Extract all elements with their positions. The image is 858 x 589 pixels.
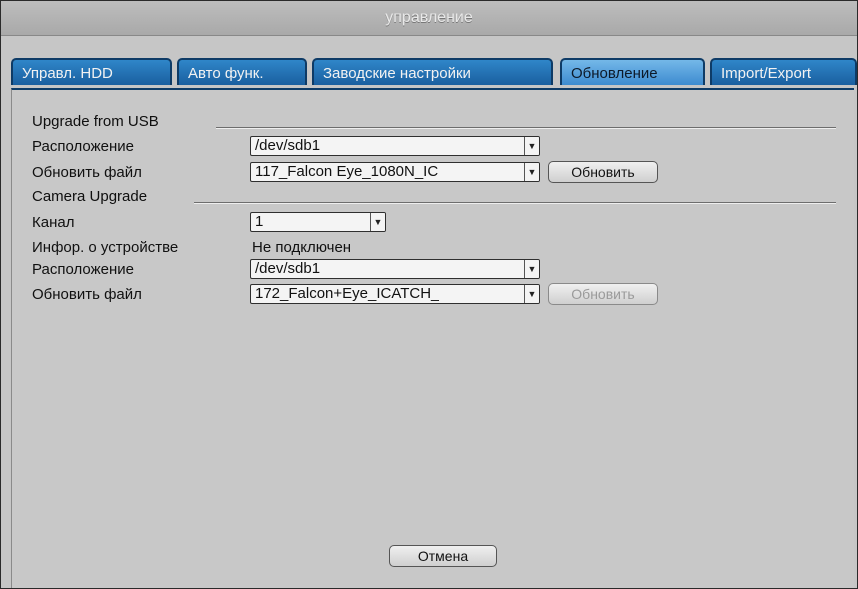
channel-value: 1 <box>255 213 264 230</box>
usb-file-label: Обновить файл <box>32 164 142 181</box>
camera-file-label: Обновить файл <box>32 286 142 303</box>
channel-select[interactable]: 1 ▼ <box>250 212 386 232</box>
usb-section-divider <box>216 127 836 129</box>
camera-update-button[interactable]: Обновить <box>548 283 658 305</box>
tab-upgrade[interactable]: Обновление <box>560 58 705 85</box>
camera-location-value: /dev/sdb1 <box>255 260 321 277</box>
channel-label: Канал <box>32 214 75 231</box>
chevron-down-icon: ▼ <box>524 285 539 303</box>
chevron-down-icon: ▼ <box>370 213 385 231</box>
camera-location-label: Расположение <box>32 261 134 278</box>
usb-update-button[interactable]: Обновить <box>548 161 658 183</box>
tab-hdd-management[interactable]: Управл. HDD <box>11 58 172 85</box>
chevron-down-icon: ▼ <box>524 163 539 181</box>
cancel-button[interactable]: Отмена <box>389 545 497 567</box>
camera-location-select[interactable]: /dev/sdb1 ▼ <box>250 259 540 279</box>
usb-location-select[interactable]: /dev/sdb1 ▼ <box>250 136 540 156</box>
camera-file-select[interactable]: 172_Falcon+Eye_ICATCH_ ▼ <box>250 284 540 304</box>
camera-section-divider <box>194 202 836 204</box>
device-info-label: Инфор. о устройстве <box>32 239 179 256</box>
usb-location-value: /dev/sdb1 <box>255 137 321 154</box>
tab-factory-settings[interactable]: Заводские настройки <box>312 58 553 85</box>
upgrade-dialog: управление Управл. HDD Авто функ. Заводс… <box>0 0 858 589</box>
tab-strip: Управл. HDD Авто функ. Заводские настрой… <box>1 36 857 88</box>
camera-section-title: Camera Upgrade <box>32 188 148 205</box>
tab-import-export[interactable]: Import/Export <box>710 58 857 85</box>
camera-file-value: 172_Falcon+Eye_ICATCH_ <box>255 285 440 302</box>
upgrade-panel: Upgrade from USB Расположение /dev/sdb1 … <box>11 88 854 588</box>
usb-file-select[interactable]: 117_Falcon Eye_1080N_IC ▼ <box>250 162 540 182</box>
chevron-down-icon: ▼ <box>524 260 539 278</box>
tab-auto-functions[interactable]: Авто функ. <box>177 58 307 85</box>
chevron-down-icon: ▼ <box>524 137 539 155</box>
usb-section-title: Upgrade from USB <box>32 113 159 130</box>
usb-location-label: Расположение <box>32 138 134 155</box>
device-info-value: Не подключен <box>252 239 352 256</box>
usb-file-value: 117_Falcon Eye_1080N_IC <box>255 163 439 180</box>
window-title: управление <box>1 1 857 36</box>
